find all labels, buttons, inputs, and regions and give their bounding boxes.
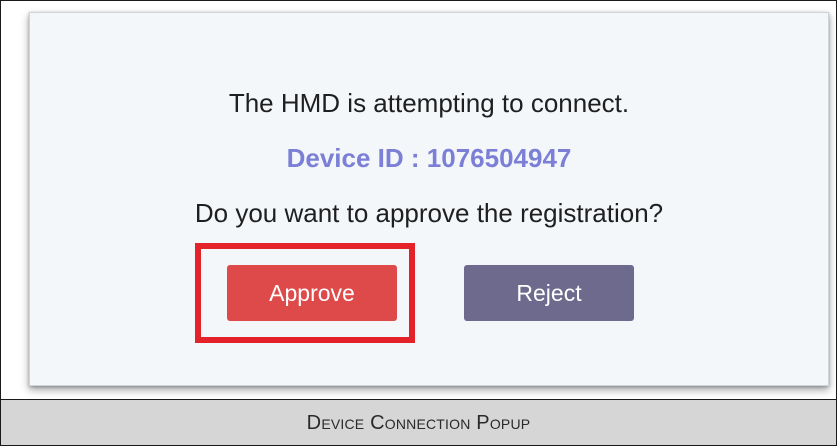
screenshot-area: The HMD is attempting to connect. Device…: [1, 1, 836, 399]
figure-caption: Device Connection Popup: [1, 399, 836, 445]
approval-question: Do you want to approve the registration?: [194, 198, 664, 228]
approve-button[interactable]: Approve: [227, 265, 397, 321]
device-id-label: Device ID : 1076504947: [286, 143, 572, 173]
device-connection-dialog: The HMD is attempting to connect. Device…: [29, 12, 829, 386]
figure-frame: The HMD is attempting to connect. Device…: [0, 0, 837, 446]
reject-button[interactable]: Reject: [464, 265, 634, 321]
connection-message: The HMD is attempting to connect.: [228, 88, 630, 118]
